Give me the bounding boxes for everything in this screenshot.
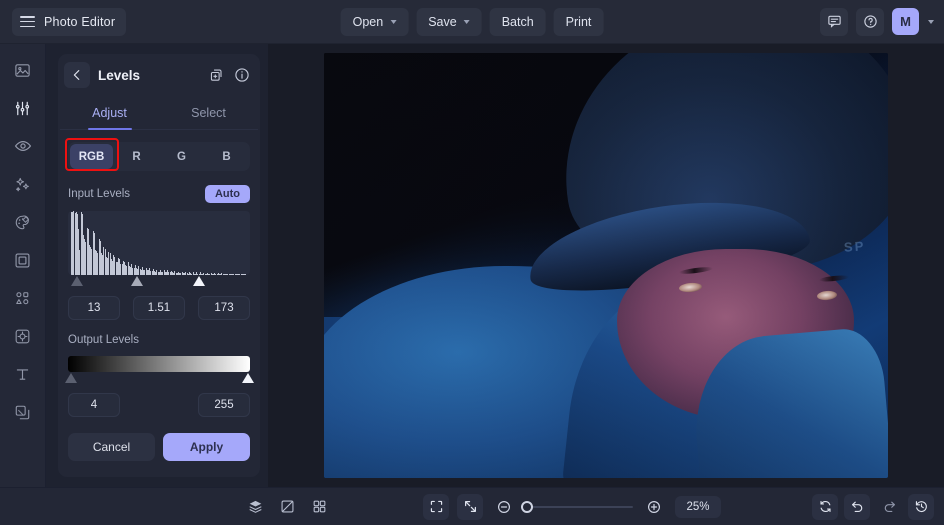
chevron-down-icon[interactable]: [928, 19, 934, 24]
comment-icon[interactable]: [820, 7, 848, 36]
input-highlight-field[interactable]: 173: [198, 296, 250, 320]
panel-actions: Cancel Apply: [68, 433, 250, 461]
zoom-out-icon[interactable]: [491, 494, 517, 520]
sidebar-item-layers-tool[interactable]: [8, 400, 38, 424]
zoom-slider-knob[interactable]: [521, 500, 534, 513]
tab-adjust[interactable]: Adjust: [60, 96, 159, 129]
output-levels-slider[interactable]: [64, 373, 255, 387]
layers-stack-icon[interactable]: [242, 494, 268, 520]
bottom-bar: 25%: [0, 487, 944, 525]
input-levels-label: Input Levels: [68, 188, 131, 200]
app-root: Photo Editor Open Save Batch Print M Lev…: [0, 0, 944, 525]
channel-g-button[interactable]: G: [160, 144, 203, 169]
brand-menu-button[interactable]: Photo Editor: [12, 7, 127, 36]
grid-icon[interactable]: [306, 494, 332, 520]
channel-r-button[interactable]: R: [115, 144, 158, 169]
sidebar-item-image-tool[interactable]: [8, 58, 38, 82]
input-levels-values: 13 1.51 173: [68, 296, 250, 320]
back-button[interactable]: [64, 62, 90, 88]
sidebar-item-shapes-tool[interactable]: [8, 286, 38, 310]
channel-rgb-button[interactable]: RGB: [70, 144, 113, 169]
save-button-label: Save: [428, 14, 457, 29]
app-body: Levels Adjust Select RGB R G B Input Lev…: [0, 44, 944, 487]
output-white-field[interactable]: 255: [198, 393, 250, 417]
panel-tabs: Adjust Select: [60, 96, 258, 130]
histogram-chart: [68, 211, 250, 275]
input-gamma-field[interactable]: 1.51: [133, 296, 185, 320]
zoom-level-value[interactable]: 25%: [675, 495, 721, 518]
apply-button[interactable]: Apply: [163, 433, 250, 461]
sidebar-item-crop-tool[interactable]: [8, 248, 38, 272]
undo-icon[interactable]: [844, 493, 870, 520]
panel-content: RGB R G B Input Levels Auto 13 1.51 173 …: [58, 130, 260, 471]
bottom-left-tools: [242, 494, 332, 520]
input-gamma-thumb[interactable]: [131, 276, 144, 286]
top-toolbar: Open Save Batch Print: [340, 7, 604, 36]
history-icon[interactable]: [908, 493, 934, 520]
input-shadow-thumb[interactable]: [71, 276, 84, 286]
photo-grain-overlay: [324, 53, 888, 478]
canvas-area[interactable]: SP: [268, 44, 944, 487]
channel-b-button[interactable]: B: [205, 144, 248, 169]
input-shadow-field[interactable]: 13: [68, 296, 120, 320]
output-gradient-bar: [68, 356, 250, 372]
chevron-down-icon: [463, 19, 470, 24]
sidebar-item-preview-tool[interactable]: [8, 134, 38, 158]
chevron-down-icon: [390, 19, 397, 24]
input-levels-slider[interactable]: [68, 276, 250, 290]
duplicate-icon[interactable]: [209, 68, 224, 83]
histogram-bar: [245, 274, 247, 275]
tool-rail: [0, 44, 46, 487]
output-black-field[interactable]: 4: [68, 393, 120, 417]
auto-button[interactable]: Auto: [204, 185, 250, 203]
output-levels-values: 4 255: [68, 393, 250, 417]
panel-header: Levels: [58, 54, 260, 96]
batch-button[interactable]: Batch: [489, 7, 546, 36]
save-button[interactable]: Save: [416, 7, 482, 36]
panel-header-actions: [209, 67, 250, 83]
channel-selector: RGB R G B: [65, 138, 250, 171]
page-title: Levels: [98, 67, 141, 83]
zoom-controls: 25%: [423, 493, 721, 520]
zoom-slider[interactable]: [521, 500, 634, 513]
sidebar-item-adjust-tool[interactable]: [8, 96, 38, 120]
redo-icon[interactable]: [876, 494, 902, 520]
output-levels-header: Output Levels: [68, 334, 250, 346]
hamburger-icon: [20, 16, 35, 27]
sidebar-item-effects-tool[interactable]: [8, 172, 38, 196]
output-black-thumb[interactable]: [64, 373, 77, 383]
compare-icon[interactable]: [274, 494, 300, 520]
output-white-thumb[interactable]: [242, 373, 255, 383]
batch-button-label: Batch: [501, 14, 534, 29]
sidebar-item-text-tool[interactable]: [8, 362, 38, 386]
output-levels-label: Output Levels: [68, 334, 139, 346]
print-button-label: Print: [565, 14, 592, 29]
zoom-slider-track[interactable]: [521, 500, 634, 513]
help-icon[interactable]: [856, 7, 884, 36]
reset-icon[interactable]: [812, 493, 838, 520]
levels-panel: Levels Adjust Select RGB R G B Input Lev…: [46, 44, 268, 487]
app-title: Photo Editor: [44, 14, 116, 29]
top-bar-right: M: [820, 7, 934, 36]
zoom-in-icon[interactable]: [641, 494, 667, 520]
top-bar: Photo Editor Open Save Batch Print M: [0, 0, 944, 44]
avatar[interactable]: M: [892, 8, 919, 35]
open-button-label: Open: [352, 14, 384, 29]
input-highlight-thumb[interactable]: [193, 276, 206, 286]
info-icon[interactable]: [234, 67, 250, 83]
sidebar-item-retouch-tool[interactable]: [8, 324, 38, 348]
fit-screen-icon[interactable]: [423, 493, 450, 520]
photo-canvas[interactable]: SP: [324, 53, 888, 478]
actual-size-icon[interactable]: [457, 493, 484, 520]
tab-select[interactable]: Select: [159, 96, 258, 129]
bottom-right-tools: [812, 493, 934, 520]
input-levels-header: Input Levels Auto: [68, 185, 250, 203]
open-button[interactable]: Open: [340, 7, 409, 36]
levels-panel-card: Levels Adjust Select RGB R G B Input Lev…: [58, 54, 260, 477]
print-button[interactable]: Print: [553, 7, 604, 36]
sidebar-item-color-tool[interactable]: [8, 210, 38, 234]
cancel-button[interactable]: Cancel: [68, 433, 155, 461]
